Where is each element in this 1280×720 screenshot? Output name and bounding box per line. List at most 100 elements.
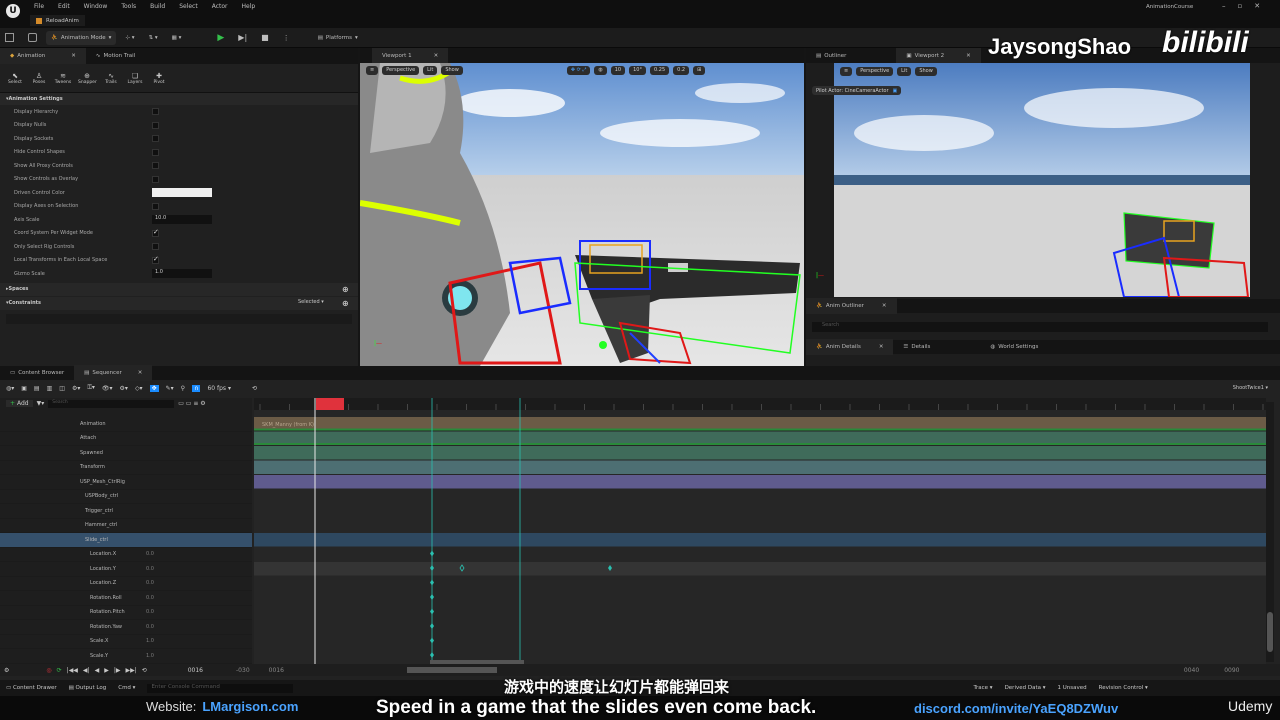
prev-key-icon[interactable]: ◀| bbox=[83, 667, 90, 674]
timeline-vertical-scrollbar[interactable] bbox=[1266, 402, 1274, 662]
tab-animation[interactable]: ◆ Animation ✕ bbox=[0, 48, 86, 64]
close-icon[interactable]: ✕ bbox=[434, 53, 439, 59]
tab-anim-outliner[interactable]: ⛹ Anim Outliner ✕ bbox=[806, 298, 897, 314]
timeline-horizontal-scrollbar[interactable] bbox=[406, 667, 497, 673]
setting-value-field[interactable]: 10.0 bbox=[152, 215, 212, 224]
blueprint-button[interactable]: ⇅ ▾ bbox=[144, 31, 163, 45]
track-row[interactable]: Rotation.Yaw 0.0 bbox=[0, 620, 252, 635]
setting-checkbox[interactable] bbox=[152, 121, 159, 129]
anim-settings-header[interactable]: ▾ Animation Settings bbox=[0, 93, 358, 105]
key-icon[interactable]: ⚿▾ bbox=[87, 384, 95, 392]
setting-checkbox[interactable] bbox=[152, 243, 159, 250]
close-icon[interactable]: ✕ bbox=[1254, 2, 1260, 10]
setting-checkbox[interactable] bbox=[152, 175, 159, 183]
close-icon[interactable]: ✕ bbox=[966, 53, 971, 59]
setting-checkbox[interactable] bbox=[152, 202, 159, 210]
list-view-icon[interactable]: ▭ ▭ ≡ ⚙ bbox=[178, 400, 205, 407]
next-key-icon[interactable]: |▶ bbox=[114, 667, 121, 674]
menu-help[interactable]: Help bbox=[242, 3, 256, 10]
show-button[interactable]: Show bbox=[441, 65, 463, 75]
menu-actor[interactable]: Actor bbox=[212, 3, 228, 10]
tool-snapper[interactable]: ⊕ Snapper bbox=[78, 72, 97, 85]
world-icon[interactable]: ◍▾ bbox=[6, 385, 14, 392]
reverse-play-icon[interactable]: ◀ bbox=[95, 667, 100, 674]
timeline-area[interactable]: SKM_Manny (from K) bbox=[254, 398, 1266, 668]
console-input[interactable]: Enter Console Command bbox=[147, 683, 294, 693]
constraints-filter-dropdown[interactable]: Selected ▾ bbox=[298, 299, 324, 305]
layout-button[interactable]: ⊞ bbox=[693, 65, 706, 75]
lit-button[interactable]: Lit bbox=[423, 65, 438, 75]
content-drawer-button[interactable]: ▭ Content Drawer bbox=[6, 685, 57, 691]
frame-out-field[interactable]: 0040 bbox=[1184, 667, 1199, 674]
loop-mode-icon[interactable]: ⟲ bbox=[142, 667, 147, 674]
rotation-snap[interactable]: 10° bbox=[629, 65, 646, 75]
mode-dropdown[interactable]: ⛹ Animation Mode ▾ bbox=[46, 30, 117, 45]
menu-window[interactable]: Window bbox=[84, 3, 108, 10]
tab-viewport-2[interactable]: ▣ Viewport 2 ✕ bbox=[896, 47, 981, 64]
maximize-icon[interactable]: ▫ bbox=[1238, 2, 1243, 10]
track-row[interactable]: Animation bbox=[0, 417, 252, 432]
tool-poses[interactable]: ♙ Poses bbox=[30, 72, 48, 85]
sequence-breadcrumb[interactable]: ShootTwice1 ▾ bbox=[1233, 385, 1268, 391]
tab-motion-trail[interactable]: ∿ Motion Trail bbox=[86, 48, 145, 64]
track-row[interactable]: Attach bbox=[0, 432, 252, 446]
track-row[interactable]: Slide_ctrl bbox=[0, 533, 252, 548]
website-link[interactable]: LMargison.com bbox=[202, 699, 298, 714]
tab-content-browser[interactable]: ▭ Content Browser bbox=[0, 365, 74, 381]
auto-key-icon[interactable]: ✥ bbox=[149, 384, 159, 392]
setting-checkbox[interactable] bbox=[152, 162, 159, 169]
playback-options-icon[interactable]: ⚙▾ bbox=[120, 385, 128, 392]
track-row[interactable]: Spawned bbox=[0, 446, 252, 461]
spaces-header[interactable]: ▸ Spaces ⊕ bbox=[0, 282, 358, 296]
menu-select[interactable]: Select bbox=[179, 3, 198, 10]
viewport2-perspective-button[interactable]: Perspective bbox=[856, 66, 894, 76]
track-value[interactable]: 1.0 bbox=[146, 638, 154, 644]
track-row[interactable]: USPBody_ctrl bbox=[0, 490, 252, 504]
save-button[interactable] bbox=[0, 31, 19, 45]
close-icon[interactable]: ✕ bbox=[71, 53, 76, 59]
setting-checkbox[interactable] bbox=[152, 108, 159, 115]
track-value[interactable]: 0.0 bbox=[146, 595, 154, 601]
track-row[interactable]: USP_Mesh_CtrlRig bbox=[0, 475, 252, 490]
tool-trails[interactable]: ∿ Trails bbox=[102, 72, 120, 85]
tool-tweens[interactable]: ≋ Tweens bbox=[54, 72, 72, 85]
current-frame-field[interactable]: 0016 bbox=[188, 667, 203, 674]
close-icon[interactable]: ✕ bbox=[138, 370, 143, 376]
save-icon[interactable]: ▣ bbox=[21, 385, 27, 392]
trace-dropdown[interactable]: Trace ▾ bbox=[973, 685, 992, 691]
brush-icon[interactable]: ✎▾ bbox=[166, 385, 174, 392]
track-row[interactable]: Scale.X 1.0 bbox=[0, 635, 252, 649]
view-icon[interactable]: 👁▾ bbox=[102, 385, 113, 392]
go-to-end-icon[interactable]: ▶▶| bbox=[125, 667, 136, 674]
step-button[interactable]: ▶| bbox=[233, 31, 252, 45]
transform-tools[interactable]: ✥ ⟳ ⤢ bbox=[566, 65, 591, 75]
frame-end-field[interactable]: 0090 bbox=[1224, 667, 1239, 674]
tab-details[interactable]: ☰ Details bbox=[893, 339, 940, 355]
record-icon[interactable]: ◎ bbox=[46, 667, 51, 674]
filter-icon[interactable]: ▼▾ bbox=[37, 400, 45, 407]
settings-icon[interactable]: ⚙ bbox=[4, 667, 9, 674]
scale-snap[interactable]: 0.25 bbox=[650, 65, 670, 75]
track-value[interactable]: 0.0 bbox=[146, 551, 154, 557]
platforms-dropdown[interactable]: ▤ Platforms ▾ bbox=[313, 31, 363, 45]
stop-button[interactable]: ■ bbox=[256, 31, 274, 45]
track-value[interactable]: 0.0 bbox=[146, 580, 154, 586]
output-log-button[interactable]: ▤ Output Log bbox=[69, 685, 107, 691]
doc-tab[interactable]: ReloadAnim bbox=[30, 15, 85, 26]
viewport2-show-button[interactable]: Show bbox=[915, 66, 937, 76]
play-button[interactable]: ▶ bbox=[212, 31, 229, 45]
derived-data-button[interactable]: Derived Data ▾ bbox=[1005, 685, 1046, 691]
track-row[interactable]: Scale.Y 1.0 bbox=[0, 649, 252, 664]
cinematics-button[interactable]: ▦ ▾ bbox=[167, 31, 187, 45]
go-to-start-icon[interactable]: |◀◀ bbox=[67, 667, 78, 674]
tab-world-settings[interactable]: ◍ World Settings bbox=[980, 339, 1048, 355]
frame-start-field[interactable]: -030 bbox=[236, 667, 250, 674]
track-value[interactable]: 1.0 bbox=[146, 653, 154, 659]
viewport2-menu-button[interactable]: ≡ bbox=[840, 66, 853, 76]
add-icon[interactable]: ⊕ bbox=[342, 299, 349, 308]
grid-snap[interactable]: 10 bbox=[610, 65, 626, 75]
track-search-input[interactable]: Search bbox=[48, 399, 175, 408]
find-icon[interactable]: ▤ bbox=[34, 385, 40, 392]
tab-outliner[interactable]: ▤ Outliner bbox=[806, 48, 856, 64]
play-icon[interactable]: ▶ bbox=[104, 667, 109, 674]
